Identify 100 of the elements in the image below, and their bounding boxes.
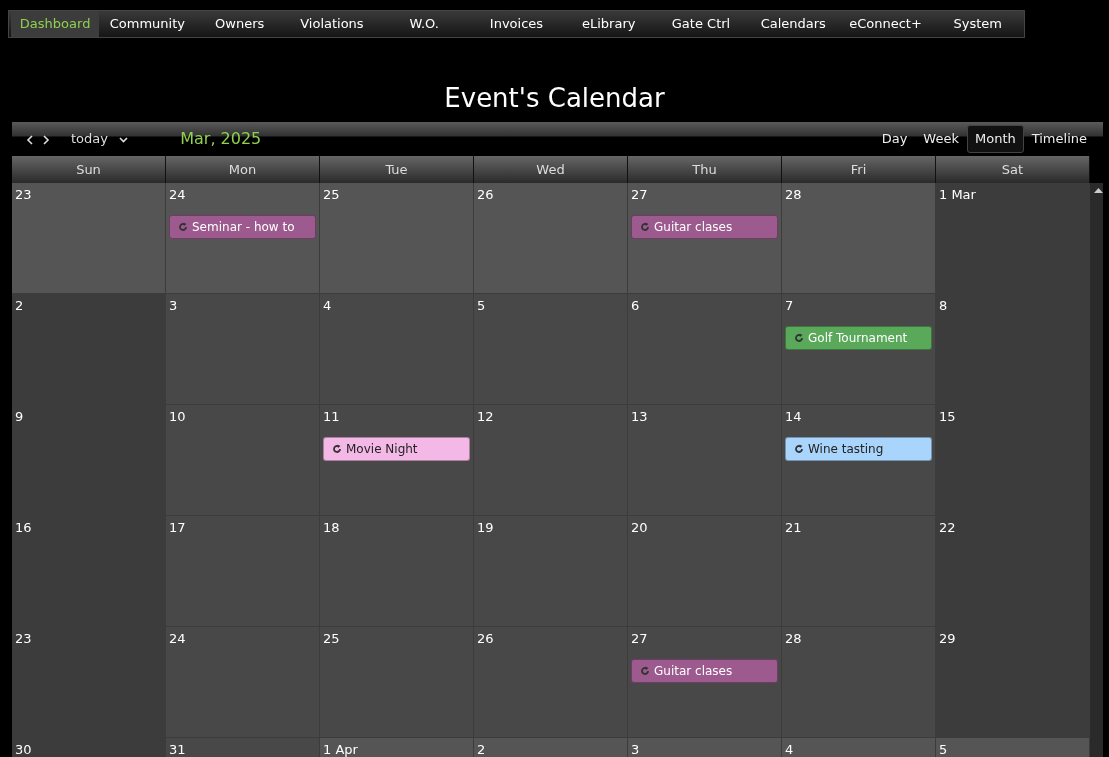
day-number: 8 xyxy=(939,297,948,315)
day-number: 12 xyxy=(477,408,494,426)
weekday-header: Thu xyxy=(628,156,782,183)
day-cell[interactable]: 5 xyxy=(936,738,1090,757)
day-number: 9 xyxy=(15,408,24,426)
day-cell[interactable]: 1 Mar xyxy=(936,183,1090,294)
day-number: 23 xyxy=(15,186,32,204)
day-number: 28 xyxy=(785,186,802,204)
day-number: 1 Apr xyxy=(323,741,358,757)
day-number: 10 xyxy=(169,408,186,426)
day-cell[interactable]: 13 xyxy=(628,405,782,516)
day-cell[interactable]: 17 xyxy=(166,516,320,627)
day-cell[interactable]: 4 xyxy=(782,738,936,757)
day-cell[interactable]: 8 xyxy=(936,294,1090,405)
day-cell[interactable]: 15 xyxy=(936,405,1090,516)
day-cell[interactable]: 16 xyxy=(12,516,166,627)
day-cell[interactable]: 24 xyxy=(166,627,320,738)
day-number: 18 xyxy=(323,519,340,537)
day-cell[interactable]: 22 xyxy=(936,516,1090,627)
event-title: Seminar - how to xyxy=(192,218,295,236)
nav-tab[interactable]: Dashboard xyxy=(11,11,100,37)
day-number: 23 xyxy=(15,630,32,648)
nav-tab[interactable]: eLibrary xyxy=(564,11,653,37)
day-cell[interactable]: 7 Golf Tournament xyxy=(782,294,936,405)
day-cell[interactable]: 31 xyxy=(166,738,320,757)
day-cell[interactable]: 28 xyxy=(782,183,936,294)
day-number: 26 xyxy=(477,186,494,204)
day-number: 25 xyxy=(323,186,340,204)
day-number: 6 xyxy=(631,297,640,315)
day-cell[interactable]: 18 xyxy=(320,516,474,627)
day-cell[interactable]: 2 xyxy=(474,738,628,757)
day-cell[interactable]: 6 xyxy=(628,294,782,405)
day-cell[interactable]: 14 Wine tasting xyxy=(782,405,936,516)
nav-tab[interactable]: Gate Ctrl xyxy=(656,11,746,37)
day-number: 17 xyxy=(169,519,186,537)
day-cell[interactable]: 2 xyxy=(12,294,166,405)
day-cell[interactable]: 26 xyxy=(474,183,628,294)
day-cell[interactable]: 11 Movie Night xyxy=(320,405,474,516)
event-title: Guitar clases xyxy=(654,662,733,680)
view-tab[interactable]: Timeline xyxy=(1023,125,1095,153)
nav-tab[interactable]: W.O. xyxy=(380,11,469,37)
recurring-icon xyxy=(794,332,804,343)
nav-tab[interactable]: Community xyxy=(103,11,192,37)
day-cell[interactable]: 3 xyxy=(628,738,782,757)
day-cell[interactable]: 27 Guitar clases xyxy=(628,627,782,738)
day-number: 13 xyxy=(631,408,648,426)
view-tab[interactable]: Day xyxy=(873,125,916,153)
view-tab[interactable]: Month xyxy=(966,125,1024,153)
day-cell[interactable]: 9 xyxy=(12,405,166,516)
day-cell[interactable]: 12 xyxy=(474,405,628,516)
nav-tab[interactable]: eConnect+ xyxy=(841,11,930,37)
nav-tab[interactable]: Owners xyxy=(195,11,284,37)
day-cell[interactable]: 30 xyxy=(12,738,166,757)
day-cell[interactable]: 23 xyxy=(12,183,166,294)
view-tab[interactable]: Week xyxy=(915,125,967,153)
event-item[interactable]: Wine tasting xyxy=(785,436,932,461)
day-cell[interactable]: 4 xyxy=(320,294,474,405)
weekday-header: Sat xyxy=(936,156,1090,183)
day-number: 19 xyxy=(477,519,494,537)
day-cell[interactable]: 25 xyxy=(320,627,474,738)
day-cell[interactable]: 25 xyxy=(320,183,474,294)
nav-tab[interactable]: System xyxy=(933,11,1022,37)
today-button[interactable]: today xyxy=(67,129,112,149)
day-cell[interactable]: 1 Apr xyxy=(320,738,474,757)
day-cell[interactable]: 5 xyxy=(474,294,628,405)
day-number: 26 xyxy=(477,630,494,648)
event-item[interactable]: Seminar - how to xyxy=(169,214,316,239)
event-title: Golf Tournament xyxy=(808,329,908,347)
day-cell[interactable]: 19 xyxy=(474,516,628,627)
day-number: 21 xyxy=(785,519,802,537)
day-cell[interactable]: 23 xyxy=(12,627,166,738)
nav-tab[interactable]: Invoices xyxy=(472,11,561,37)
weekday-header: Mon xyxy=(166,156,320,183)
day-cell[interactable]: 3 xyxy=(166,294,320,405)
day-number: 4 xyxy=(785,741,794,757)
event-item[interactable]: Movie Night xyxy=(323,436,470,461)
day-cell[interactable]: 20 xyxy=(628,516,782,627)
day-cell[interactable]: 24 Seminar - how to xyxy=(166,183,320,294)
nav-tab[interactable]: Calendars xyxy=(749,11,838,37)
event-item[interactable]: Guitar clases xyxy=(631,658,778,683)
event-item[interactable]: Guitar clases xyxy=(631,214,778,239)
day-number: 27 xyxy=(631,630,648,648)
day-number: 24 xyxy=(169,186,186,204)
nav-tab[interactable]: Violations xyxy=(287,11,377,37)
day-cell[interactable]: 21 xyxy=(782,516,936,627)
period-label: Mar, 2025 xyxy=(180,128,262,150)
day-cell[interactable]: 27 Guitar clases xyxy=(628,183,782,294)
page-title: Event's Calendar xyxy=(443,82,666,114)
day-cell[interactable]: 26 xyxy=(474,627,628,738)
day-number: 2 xyxy=(15,297,24,315)
day-number: 15 xyxy=(939,408,956,426)
day-number: 30 xyxy=(15,741,32,757)
day-cell[interactable]: 29 xyxy=(936,627,1090,738)
day-number: 2 xyxy=(477,741,486,757)
day-cell[interactable]: 10 xyxy=(166,405,320,516)
day-number: 1 Mar xyxy=(939,186,976,204)
day-number: 3 xyxy=(169,297,178,315)
day-number: 11 xyxy=(323,408,340,426)
day-number: 16 xyxy=(15,519,32,537)
day-cell[interactable]: 28 xyxy=(782,627,936,738)
